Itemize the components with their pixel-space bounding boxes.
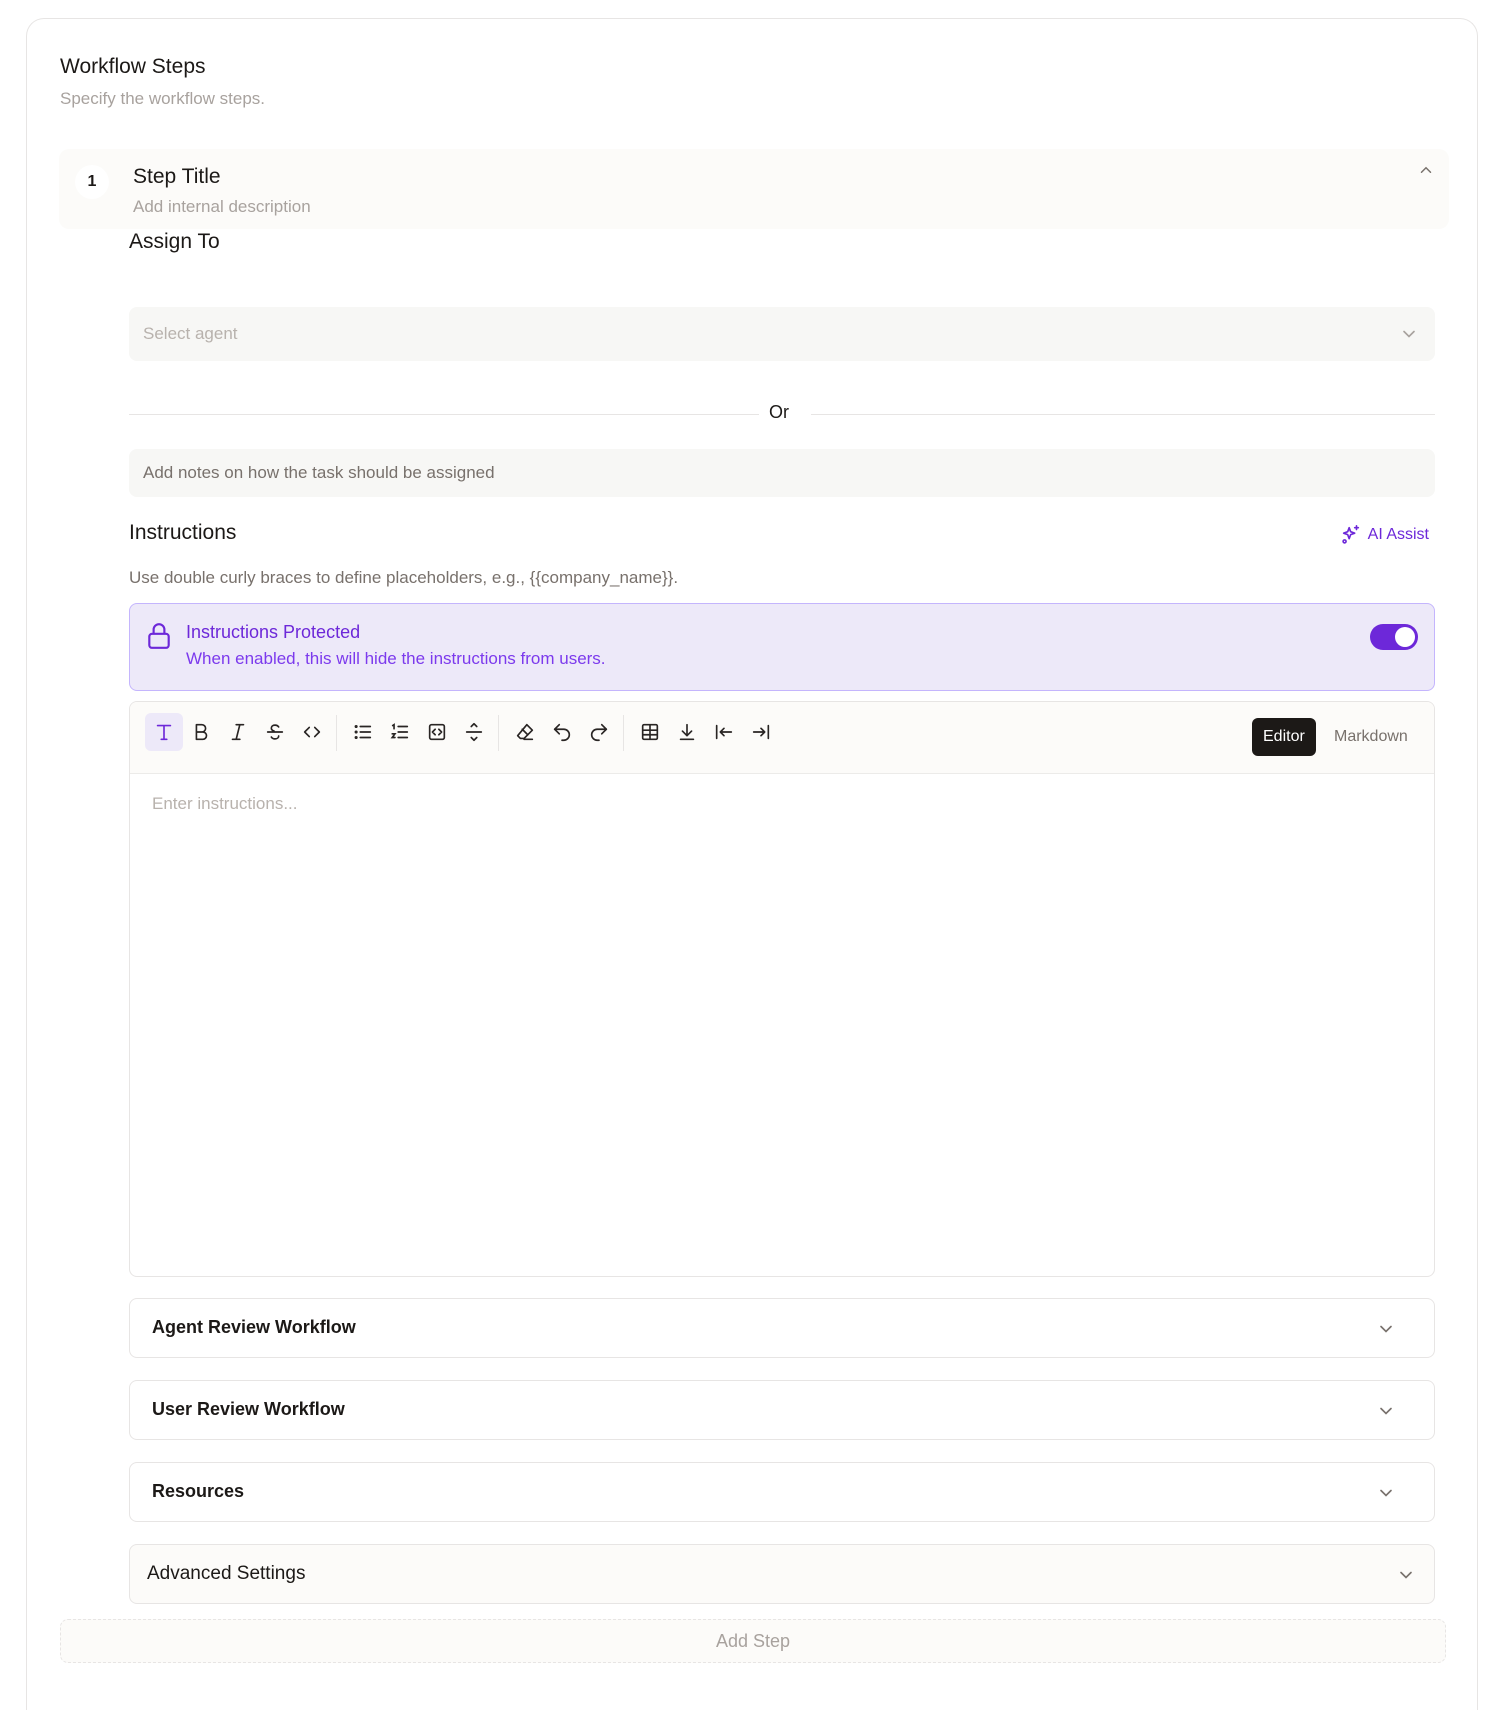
section-title: Workflow Steps (60, 55, 206, 78)
accordion-label: Resources (152, 1481, 245, 1501)
divider-line (129, 414, 759, 415)
add-step-button[interactable]: Add Step (60, 1619, 1446, 1663)
lock-icon (148, 623, 170, 649)
accordion-agent-review-workflow[interactable]: Agent Review Workflow (129, 1298, 1435, 1358)
or-text: Or (769, 402, 789, 422)
strikethrough-icon[interactable] (256, 713, 294, 751)
assign-to-label: Assign To (129, 230, 220, 253)
redo-icon[interactable] (580, 713, 618, 751)
italic-icon[interactable] (219, 713, 257, 751)
protected-title: Instructions Protected (186, 622, 361, 642)
accordion-resources[interactable]: Resources (129, 1462, 1435, 1522)
accordion-label: User Review Workflow (152, 1399, 345, 1419)
protected-toggle[interactable] (1370, 624, 1418, 650)
editor-toolbar: Editor Markdown (130, 702, 1434, 774)
chevron-down-icon (1380, 1489, 1392, 1497)
chevron-down-icon (1400, 1571, 1412, 1579)
step-header[interactable]: 1 Step Title Add internal description (59, 149, 1449, 229)
download-icon[interactable] (668, 713, 706, 751)
bold-icon[interactable] (182, 713, 220, 751)
accordion-label: Advanced Settings (147, 1563, 306, 1584)
step-number: 1 (75, 165, 109, 199)
indent-icon[interactable] (742, 713, 780, 751)
outdent-icon[interactable] (705, 713, 743, 751)
instructions-label: Instructions (129, 521, 237, 544)
accordion-user-review-workflow[interactable]: User Review Workflow (129, 1380, 1435, 1440)
ai-assist-label: AI Assist (1367, 526, 1429, 543)
assignment-notes-placeholder: Add notes on how the task should be assi… (143, 463, 495, 482)
agent-select-placeholder: Select agent (143, 324, 238, 343)
chevron-down-icon (1403, 330, 1415, 338)
toolbar-separator (623, 715, 624, 751)
horizontal-rule-icon[interactable] (455, 713, 493, 751)
protected-description: When enabled, this will hide the instruc… (186, 649, 606, 668)
placeholder-hint: Use double curly braces to define placeh… (129, 568, 679, 587)
editor-placeholder[interactable]: Enter instructions... (152, 794, 298, 814)
accordion-label: Agent Review Workflow (152, 1317, 356, 1337)
divider-line (811, 414, 1435, 415)
instructions-protected-banner: Instructions Protected When enabled, thi… (129, 603, 1435, 691)
ai-assist-button[interactable]: AI Assist (1340, 524, 1429, 546)
assignment-notes-input[interactable]: Add notes on how the task should be assi… (129, 449, 1435, 497)
chevron-up-icon[interactable] (1417, 161, 1435, 179)
code-icon[interactable] (293, 713, 331, 751)
toolbar-separator (336, 715, 337, 751)
toolbar-separator (498, 715, 499, 751)
instructions-editor: Editor Markdown Enter instructions... (129, 701, 1435, 1277)
step-description-input[interactable]: Add internal description (133, 197, 311, 217)
accordion-advanced-settings[interactable]: Advanced Settings (129, 1544, 1435, 1604)
section-subtitle: Specify the workflow steps. (60, 89, 266, 108)
sparkles-icon (1341, 525, 1359, 544)
ordered-list-icon[interactable] (381, 713, 419, 751)
eraser-icon[interactable] (506, 713, 544, 751)
agent-select[interactable]: Select agent (129, 307, 1435, 361)
code-block-icon[interactable] (418, 713, 456, 751)
undo-icon[interactable] (543, 713, 581, 751)
text-icon[interactable] (145, 713, 183, 751)
workflow-steps-card: Workflow Steps Specify the workflow step… (26, 18, 1478, 1710)
bullet-list-icon[interactable] (344, 713, 382, 751)
table-icon[interactable] (631, 713, 669, 751)
chevron-down-icon (1380, 1325, 1392, 1333)
chevron-down-icon (1380, 1407, 1392, 1415)
markdown-mode-button[interactable]: Markdown (1322, 718, 1420, 756)
editor-mode-button[interactable]: Editor (1252, 718, 1316, 756)
or-divider: Or (129, 400, 1435, 430)
step-title[interactable]: Step Title (133, 165, 221, 189)
